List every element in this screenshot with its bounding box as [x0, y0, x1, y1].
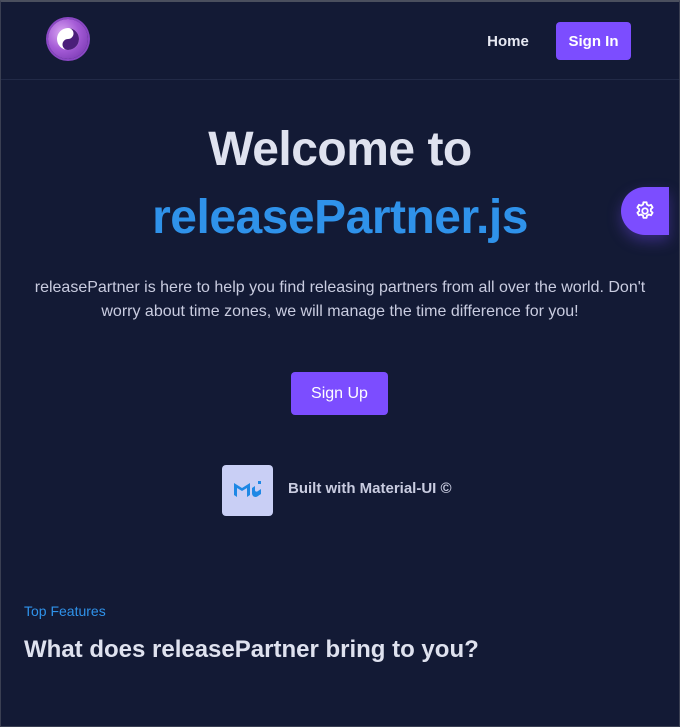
sign-up-button[interactable]: Sign Up	[291, 372, 388, 415]
hero-title-brand: releasePartner.js	[152, 191, 528, 244]
app-logo[interactable]	[48, 19, 88, 59]
nav-home-link[interactable]: Home	[472, 27, 544, 55]
material-ui-logo-icon	[234, 481, 261, 497]
hero-description: releasePartner is here to help you find …	[34, 279, 646, 320]
features-kicker: Top Features	[24, 603, 106, 619]
hero-title-line1: Welcome to	[208, 123, 472, 176]
sign-in-button[interactable]: Sign In	[556, 22, 631, 60]
features-title: What does releasePartner bring to you?	[24, 636, 479, 663]
gear-icon	[636, 201, 654, 219]
material-ui-badge[interactable]	[222, 465, 273, 516]
yin-yang-icon	[57, 28, 79, 50]
app-bar: Home Sign In	[0, 0, 680, 80]
built-with-text: Built with Material-UI ©	[288, 480, 452, 497]
settings-fab[interactable]	[621, 187, 669, 235]
